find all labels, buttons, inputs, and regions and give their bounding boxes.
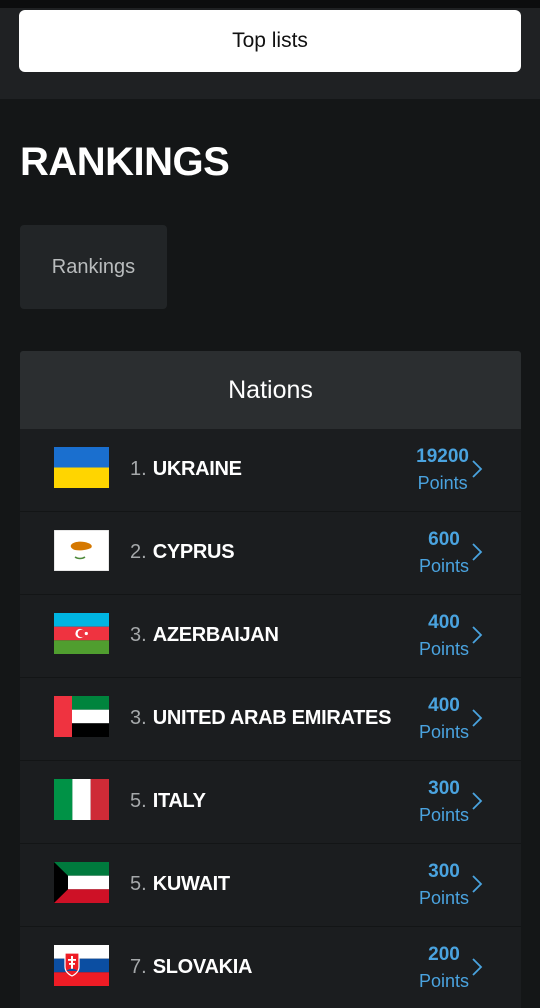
country-name: UKRAINE: [152, 458, 242, 480]
panel-header-nations: Nations: [20, 351, 521, 429]
top-lists-button[interactable]: Top lists: [19, 10, 521, 72]
points-value: 300: [428, 861, 460, 882]
ranking-row[interactable]: 1. UKRAINE 19200 Points: [20, 429, 521, 512]
country-name: AZERBAIJAN: [152, 624, 279, 646]
rank-name: 3. UNITED ARAB EMIRATES: [130, 678, 391, 759]
country-name: UNITED ARAB EMIRATES: [152, 707, 392, 729]
page-title: RANKINGS: [20, 140, 230, 184]
points-label: Points: [418, 805, 469, 825]
points: 400 Points: [419, 609, 469, 663]
slovakia-flag-icon: [54, 945, 109, 986]
points-value: 19200: [416, 446, 469, 467]
country-name: CYPRUS: [152, 541, 235, 563]
chevron-right-icon: [472, 958, 483, 976]
points: 400 Points: [419, 692, 469, 746]
italy-flag-icon: [54, 779, 109, 820]
points: 600 Points: [419, 526, 469, 580]
ranking-row[interactable]: 5. KUWAIT 300 Points: [20, 844, 521, 927]
points-label: Points: [417, 473, 468, 493]
points-label: Points: [418, 639, 469, 659]
rank-name: 2. CYPRUS: [130, 512, 235, 593]
rank-position: 1.: [130, 458, 147, 480]
country-name: KUWAIT: [152, 873, 230, 895]
chevron-right-icon: [472, 543, 483, 561]
country-name: ITALY: [152, 790, 206, 812]
ranking-row[interactable]: 3. AZERBAIJAN 400 Points: [20, 595, 521, 678]
cyprus-flag-icon: [54, 530, 109, 571]
points-label: Points: [418, 556, 469, 576]
rank-position: 7.: [130, 956, 147, 978]
country-name: SLOVAKIA: [152, 956, 253, 978]
chevron-right-icon: [472, 792, 483, 810]
rank-position: 5.: [130, 790, 147, 812]
ranking-row[interactable]: 7. SLOVAKIA 200 Points: [20, 927, 521, 1008]
points: 200 Points: [419, 941, 469, 995]
ranking-row[interactable]: 2. CYPRUS 600 Points: [20, 512, 521, 595]
points-label: Points: [418, 722, 469, 742]
uae-flag-icon: [54, 696, 109, 737]
ukraine-flag-icon: [54, 447, 109, 488]
rank-name: 5. ITALY: [130, 761, 206, 842]
points: 300 Points: [419, 775, 469, 829]
rank-name: 7. SLOVAKIA: [130, 927, 252, 1008]
chevron-right-icon: [472, 460, 483, 478]
points-label: Points: [418, 888, 469, 908]
chevron-right-icon: [472, 709, 483, 727]
rank-name: 1. UKRAINE: [130, 429, 242, 510]
rank-position: 2.: [130, 541, 147, 563]
ranking-row[interactable]: 3. UNITED ARAB EMIRATES 400 Points: [20, 678, 521, 761]
rank-position: 3.: [130, 624, 147, 646]
rank-name: 3. AZERBAIJAN: [130, 595, 279, 676]
points-value: 600: [428, 529, 460, 550]
chevron-right-icon: [472, 626, 483, 644]
rank-name: 5. KUWAIT: [130, 844, 230, 925]
ranking-row[interactable]: 5. ITALY 300 Points: [20, 761, 521, 844]
points: 300 Points: [419, 858, 469, 912]
rank-position: 5.: [130, 873, 147, 895]
points-label: Points: [418, 971, 469, 991]
points-value: 400: [428, 695, 460, 716]
chevron-right-icon: [472, 875, 483, 893]
points-value: 300: [428, 778, 460, 799]
azerbaijan-flag-icon: [54, 613, 109, 654]
rank-position: 3.: [130, 707, 147, 729]
nations-ranking-panel: Nations 1. UKRAINE 19200 Points 2. CYPRU…: [20, 351, 521, 1008]
status-strip: [0, 0, 540, 8]
points-value: 200: [428, 944, 460, 965]
points-value: 400: [428, 612, 460, 633]
points: 19200 Points: [416, 443, 469, 497]
kuwait-flag-icon: [54, 862, 109, 903]
tab-rankings[interactable]: Rankings: [20, 225, 167, 309]
